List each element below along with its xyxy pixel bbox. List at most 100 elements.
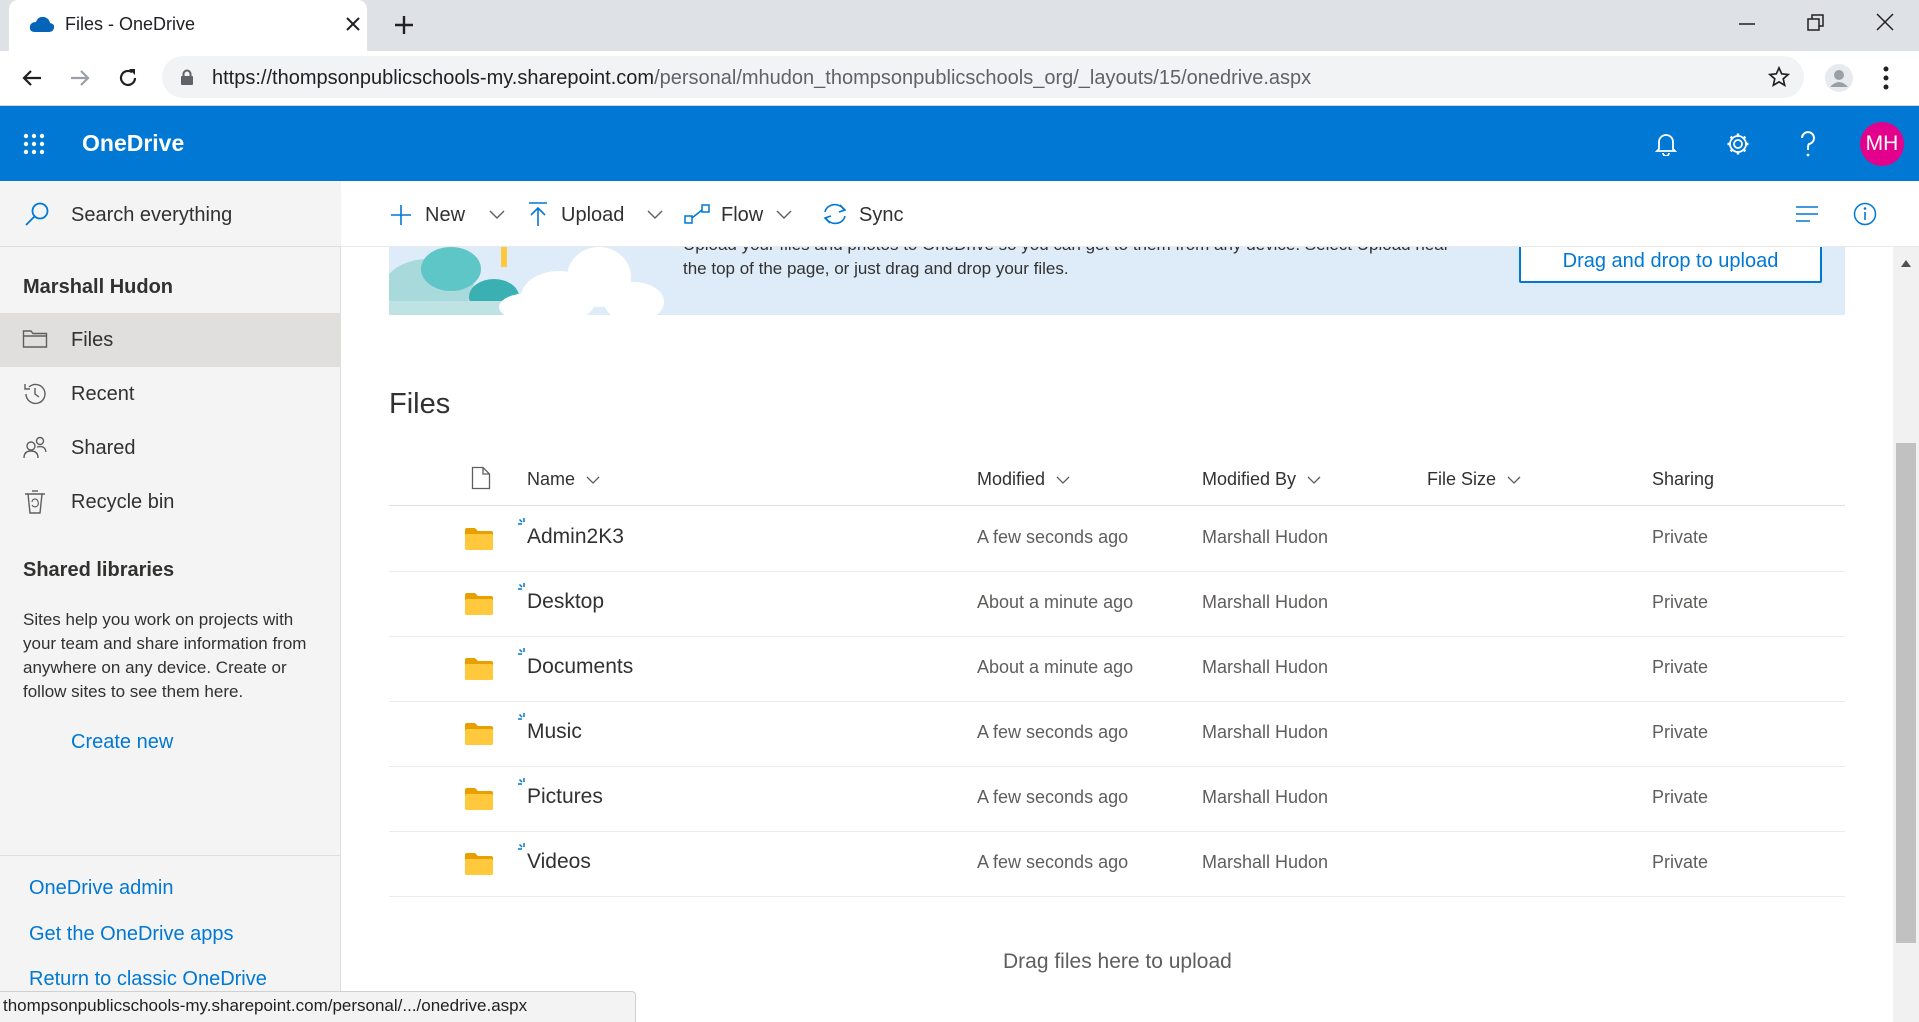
sharing-cell[interactable]: Private — [1652, 787, 1708, 808]
column-label: Modified By — [1202, 469, 1297, 489]
folder-icon — [465, 723, 493, 745]
file-name[interactable]: Music — [527, 720, 582, 744]
column-header-modified[interactable]: Modified — [977, 469, 1070, 490]
chevron-down-icon — [586, 476, 600, 485]
reload-icon[interactable] — [116, 66, 140, 90]
search-box[interactable]: Search everything — [0, 181, 341, 247]
file-name[interactable]: Desktop — [527, 590, 604, 614]
upload-label: Upload — [561, 204, 625, 226]
table-row[interactable]: Desktop About a minute ago Marshall Hudo… — [389, 572, 1845, 637]
modified-by-cell: Marshall Hudon — [1202, 852, 1329, 872]
column-header-name[interactable]: Name — [527, 469, 600, 490]
scroll-up-arrow-icon[interactable] — [1901, 259, 1911, 267]
nav-item-files[interactable]: Files — [0, 313, 340, 367]
file-name[interactable]: Pictures — [527, 785, 603, 809]
nav-item-shared[interactable]: Shared — [0, 421, 340, 475]
onedrive-admin-link[interactable]: OneDrive admin — [29, 877, 174, 900]
create-new-link[interactable]: Create new — [71, 731, 173, 754]
file-name[interactable]: Admin2K3 — [527, 525, 624, 549]
nav-item-label: Recycle bin — [71, 491, 175, 513]
modified-cell: About a minute ago — [977, 592, 1134, 612]
file-name[interactable]: Documents — [527, 655, 633, 679]
browser-tab[interactable]: Files - OneDrive — [9, 0, 367, 51]
file-name[interactable]: Videos — [527, 850, 591, 874]
table-row[interactable]: Admin2K3 A few seconds ago Marshall Hudo… — [389, 507, 1845, 572]
file-type-icon[interactable] — [471, 466, 491, 490]
app-brand[interactable]: OneDrive — [82, 130, 184, 157]
list-header: Name Modified Modified By File Size Shar… — [389, 456, 1845, 506]
modified-cell: About a minute ago — [977, 657, 1134, 677]
banner-text: Upload your files and photos to OneDrive… — [683, 247, 1449, 278]
column-header-sharing[interactable]: Sharing — [1652, 469, 1714, 490]
address-bar[interactable]: https://thompsonpublicschools-my.sharepo… — [162, 56, 1804, 98]
bookmark-star-icon[interactable] — [1768, 66, 1790, 88]
get-apps-link[interactable]: Get the OneDrive apps — [29, 923, 234, 946]
column-header-file-size[interactable]: File Size — [1427, 469, 1521, 490]
table-row[interactable]: Documents About a minute ago Marshall Hu… — [389, 637, 1845, 702]
nav-item-recent[interactable]: Recent — [0, 367, 340, 421]
new-tab-icon[interactable] — [393, 14, 415, 36]
chevron-down-icon — [776, 210, 792, 219]
column-label: File Size — [1427, 469, 1497, 489]
sharing-cell[interactable]: Private — [1652, 722, 1708, 743]
user-avatar[interactable]: MH — [1860, 122, 1904, 166]
profile-icon[interactable] — [1824, 63, 1854, 93]
folder-icon — [465, 593, 493, 615]
sharing-cell[interactable]: Private — [1652, 852, 1708, 873]
folder-icon — [22, 330, 48, 348]
sync-button[interactable]: Sync — [821, 181, 921, 247]
nav-item-recycle-bin[interactable]: Recycle bin — [0, 475, 340, 529]
flow-button[interactable]: Flow — [684, 181, 804, 247]
modified-cell: A few seconds ago — [977, 527, 1129, 547]
close-tab-icon[interactable] — [345, 16, 361, 32]
minimize-window-icon[interactable] — [1737, 14, 1757, 34]
sync-icon — [823, 203, 847, 225]
forward-arrow-icon[interactable] — [68, 66, 92, 90]
chevron-down-icon — [489, 210, 505, 219]
table-row[interactable]: Music A few seconds ago Marshall Hudon P… — [389, 702, 1845, 767]
modified-by-cell: Marshall Hudon — [1202, 722, 1329, 742]
page-title: Files — [389, 388, 451, 420]
browser-menu-icon[interactable] — [1882, 65, 1890, 91]
upload-banner: Upload your files and photos to OneDrive… — [389, 247, 1845, 315]
return-classic-link[interactable]: Return to classic OneDrive — [29, 968, 267, 991]
modified-cell: A few seconds ago — [977, 722, 1129, 742]
info-icon[interactable] — [1853, 202, 1877, 226]
modified-cell: A few seconds ago — [977, 787, 1129, 807]
flow-label: Flow — [721, 204, 764, 226]
drag-drop-upload-button[interactable]: Drag and drop to upload — [1519, 247, 1822, 283]
link-status-bubble: thompsonpublicschools-my.sharepoint.com/… — [0, 991, 636, 1022]
restore-window-icon[interactable] — [1806, 13, 1826, 33]
upload-button[interactable]: Upload — [527, 181, 679, 247]
url-text: https://thompsonpublicschools-my.sharepo… — [212, 67, 1312, 89]
onedrive-cloud-icon — [29, 16, 55, 32]
left-navigation: Search everything Marshall Hudon Files R… — [0, 181, 341, 1022]
chevron-down-icon — [1056, 476, 1070, 485]
nav-user-name: Marshall Hudon — [23, 276, 174, 298]
lock-icon — [181, 69, 193, 85]
new-button[interactable]: New — [389, 181, 509, 247]
close-window-icon[interactable] — [1875, 12, 1895, 32]
modified-by-cell: Marshall Hudon — [1202, 657, 1329, 677]
chevron-down-icon — [1307, 476, 1321, 485]
nav-item-label: Shared — [71, 437, 136, 459]
people-icon — [23, 436, 47, 459]
column-header-modified-by[interactable]: Modified By — [1202, 469, 1321, 490]
plus-icon — [391, 205, 411, 225]
table-row[interactable]: Pictures A few seconds ago Marshall Hudo… — [389, 767, 1845, 832]
notifications-bell-icon[interactable] — [1655, 132, 1677, 156]
scrollbar-thumb[interactable] — [1896, 443, 1916, 943]
table-row[interactable]: Videos A few seconds ago Marshall Hudon … — [389, 832, 1845, 897]
scrollbar[interactable] — [1893, 247, 1919, 1022]
view-options-icon[interactable] — [1795, 205, 1819, 223]
nav-item-label: Recent — [71, 383, 135, 405]
sharing-cell[interactable]: Private — [1652, 657, 1708, 678]
app-launcher-icon[interactable] — [23, 133, 45, 155]
sharing-cell[interactable]: Private — [1652, 592, 1708, 613]
settings-gear-icon[interactable] — [1726, 132, 1750, 156]
sharing-cell[interactable]: Private — [1652, 527, 1708, 548]
back-arrow-icon[interactable] — [20, 66, 44, 90]
help-icon[interactable] — [1800, 131, 1816, 157]
drop-zone-hint: Drag files here to upload — [1003, 950, 1232, 973]
upload-arrow-icon — [529, 202, 547, 226]
